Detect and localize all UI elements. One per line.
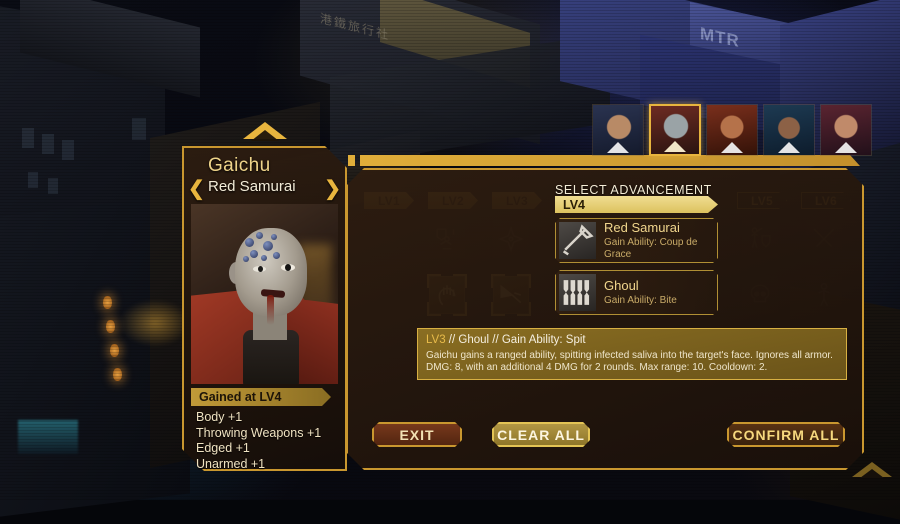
roster-portrait-5[interactable] bbox=[820, 104, 872, 156]
bg-window bbox=[48, 178, 58, 194]
advancement-option-ghoul[interactable]: Ghoul Gain Ability: Bite bbox=[555, 270, 718, 315]
stat-gain-list: Body +1 Throwing Weapons +1 Edged +1 Una… bbox=[196, 410, 321, 472]
bg-window bbox=[132, 118, 146, 140]
advancement-option-name: Ghoul bbox=[604, 277, 639, 293]
panel-chevron-up-icon[interactable] bbox=[242, 122, 287, 141]
bg-window bbox=[42, 134, 54, 154]
sword-icon bbox=[559, 222, 596, 259]
stat-item: Throwing Weapons +1 bbox=[196, 425, 322, 440]
stat-item: Body +1 bbox=[196, 410, 243, 424]
top-bar-nub bbox=[348, 155, 355, 166]
bg-lantern bbox=[103, 296, 112, 309]
prev-character-arrow[interactable]: ❮ bbox=[188, 176, 205, 201]
advancement-level-banner: LV4 bbox=[555, 196, 718, 213]
stat-item: Unarmed +1 bbox=[196, 456, 266, 471]
portrait-chevron-icon bbox=[721, 142, 743, 153]
bg-window bbox=[28, 172, 38, 188]
portrait-chevron-icon bbox=[778, 142, 800, 153]
bg-lantern bbox=[110, 344, 119, 357]
description-title: LV3 // Ghoul // Gain Ability: Spit bbox=[426, 334, 838, 347]
roster-portrait-1[interactable] bbox=[592, 104, 644, 156]
clear-all-button[interactable]: CLEAR ALL bbox=[492, 422, 590, 447]
portrait-chevron-icon bbox=[607, 142, 629, 153]
ability-description-box: LV3 // Ghoul // Gain Ability: Spit Gaich… bbox=[417, 328, 847, 380]
gained-at-banner: Gained at LV4 bbox=[191, 388, 331, 406]
stat-item: Edged +1 bbox=[196, 441, 250, 455]
character-roster[interactable] bbox=[592, 104, 872, 156]
portrait-blisters bbox=[243, 232, 285, 270]
advancement-option-name: Red Samurai bbox=[604, 220, 680, 235]
portrait-blood-drip bbox=[267, 295, 274, 325]
confirm-all-button[interactable]: CONFIRM ALL bbox=[727, 422, 845, 447]
bottom-chevron-up-icon[interactable] bbox=[852, 462, 892, 478]
portrait-eye-right bbox=[281, 264, 295, 271]
teeth-glyph bbox=[559, 274, 596, 311]
advancement-option-red-samurai[interactable]: Red Samurai Gain Ability: Coup de Grace bbox=[555, 218, 718, 263]
roster-portrait-4[interactable] bbox=[763, 104, 815, 156]
roster-portrait-3[interactable] bbox=[706, 104, 758, 156]
description-level: LV3 bbox=[426, 334, 446, 346]
description-title-rest: // Ghoul // Gain Ability: Spit bbox=[445, 334, 586, 346]
portrait-chevron-icon bbox=[835, 142, 857, 153]
description-body: Gaichu gains a ranged ability, spitting … bbox=[426, 350, 833, 373]
bg-neon-amber bbox=[120, 300, 190, 346]
portrait-eye-left bbox=[253, 266, 266, 272]
bg-window bbox=[62, 140, 74, 160]
sword-glyph bbox=[559, 222, 596, 259]
teeth-icon bbox=[559, 274, 596, 311]
select-advancement-header: SELECT ADVANCEMENT bbox=[555, 183, 712, 197]
advancement-option-desc: Gain Ability: Coup de Grace bbox=[604, 237, 698, 260]
portrait-chevron-icon bbox=[664, 141, 686, 152]
exit-button[interactable]: EXIT bbox=[372, 422, 462, 447]
gained-at-label: Gained at LV4 bbox=[199, 390, 282, 404]
advancement-option-desc: Gain Ability: Bite bbox=[604, 294, 677, 306]
bg-neon-cyan bbox=[18, 420, 78, 454]
top-divider-bar bbox=[360, 155, 860, 166]
character-name: Gaichu bbox=[208, 155, 271, 176]
next-character-arrow[interactable]: ❯ bbox=[324, 176, 341, 201]
advancement-level-label: LV4 bbox=[563, 197, 585, 212]
bg-window bbox=[22, 128, 34, 148]
character-title: Red Samurai bbox=[208, 178, 296, 195]
roster-portrait-2-selected[interactable] bbox=[649, 104, 701, 156]
bg-lantern bbox=[106, 320, 115, 333]
bg-lantern bbox=[113, 368, 122, 381]
character-portrait bbox=[191, 204, 338, 384]
character-panel: Gaichu Red Samurai ❮ ❯ Gained at LV4 Bod… bbox=[182, 122, 347, 472]
